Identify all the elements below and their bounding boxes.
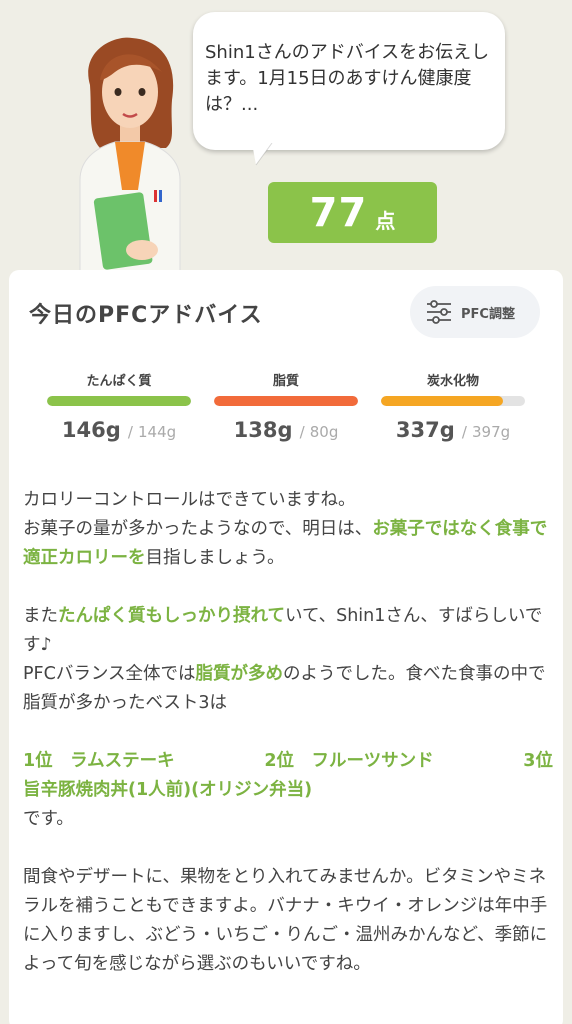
speech-bubble-tail (252, 143, 273, 166)
macro-current: 146g (61, 418, 121, 442)
advisor-message: Shin1さんのアドバイスをお伝えします。1月15日のあすけん健康度は？... (205, 42, 490, 115)
macro-current: 138g (233, 418, 293, 442)
macro-bar-fill (381, 396, 504, 406)
rank-3-label: 3位 (523, 751, 553, 771)
macro-bar-fill (214, 396, 358, 406)
pfc-adjust-label: PFC調整 (461, 306, 515, 322)
macro-target: 80g (309, 423, 339, 441)
fat-ranking: 1位 ラムステーキ 2位 フルーツサンド 3位 (23, 747, 553, 776)
advisor-header: Shin1さんのアドバイスをお伝えします。1月15日のあすけん健康度は？... … (0, 0, 572, 272)
macro-protein: たんぱく質 146g / 144g (47, 370, 191, 442)
pfc-advice-card: 今日のPFCアドバイス PFC調整 たんぱく質 146g / 144g 脂質 1… (9, 270, 563, 1024)
advice-line: PFCバランス全体では (23, 664, 196, 684)
macro-values: 337g / 397g (381, 418, 525, 442)
macro-separator: / (127, 423, 133, 441)
advice-line: です。 (23, 809, 74, 829)
macro-target: 144g (137, 423, 177, 441)
macro-bar-track (381, 396, 525, 406)
health-score-value: 77 (309, 189, 368, 236)
macro-separator: / (461, 423, 467, 441)
macro-carbs: 炭水化物 337g / 397g (381, 370, 525, 442)
sliders-icon (427, 300, 451, 324)
advice-text: カロリーコントロールはできていますね。 お菓子の量が多かったようなので、明日は、… (23, 486, 553, 979)
macro-separator: / (299, 423, 305, 441)
macro-label: 脂質 (272, 374, 299, 389)
advice-highlight: たんぱく質もしっかり摂れて (58, 606, 285, 626)
macro-values: 146g / 144g (47, 418, 191, 442)
advice-paragraph: 間食やデザートに、果物をとり入れてみませんか。ビタミンやミネラルを補うこともでき… (23, 867, 548, 974)
macro-bar-fill (47, 396, 191, 406)
health-score-unit: 点 (375, 209, 396, 233)
macro-target: 397g (471, 423, 511, 441)
advisor-avatar (79, 37, 181, 272)
health-score-badge: 77 点 (268, 182, 437, 243)
advice-line: お菓子の量が多かったようなので、明日は、 (23, 519, 373, 539)
rank-2: 2位 フルーツサンド (264, 751, 434, 771)
advice-line: また (23, 606, 58, 626)
card-title: 今日のPFCアドバイス (29, 303, 263, 328)
rank-1: 1位 ラムステーキ (23, 751, 175, 771)
advice-paragraph: カロリーコントロールはできていますね。 お菓子の量が多かったようなので、明日は、… (23, 486, 553, 573)
pfc-adjust-button[interactable]: PFC調整 (410, 286, 540, 338)
advice-highlight: 脂質が多め (195, 664, 284, 684)
rank-3-item: 旨辛豚焼肉丼(1人前)(オリジン弁当) (23, 780, 313, 800)
advice-line: 目指しましょう。 (145, 548, 285, 568)
macro-bar-track (214, 396, 358, 406)
macro-values: 138g / 80g (214, 418, 358, 442)
advice-paragraph: またたんぱく質もしっかり摂れていて、Shin1さん、すばらしいです♪ PFCバラ… (23, 602, 553, 718)
advice-line: カロリーコントロールはできていますね。 (23, 490, 356, 510)
speech-bubble: Shin1さんのアドバイスをお伝えします。1月15日のあすけん健康度は？... (193, 12, 505, 150)
macro-label: たんぱく質 (86, 374, 152, 389)
macro-bar-track (47, 396, 191, 406)
macro-fat: 脂質 138g / 80g (214, 370, 358, 442)
macro-label: 炭水化物 (426, 374, 479, 389)
macro-current: 337g (395, 418, 455, 442)
